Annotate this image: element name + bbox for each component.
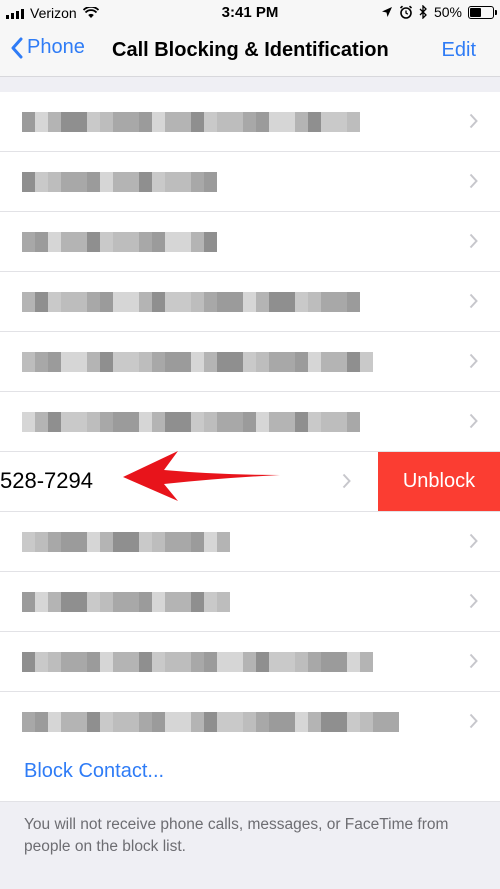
back-button[interactable]: Phone [10,36,85,59]
list-item[interactable] [0,152,500,212]
list-item[interactable] [0,572,500,632]
list-item[interactable] [0,632,500,692]
footer-note: You will not receive phone calls, messag… [24,816,449,855]
redacted-contact [22,112,360,132]
list-item[interactable] [0,272,500,332]
chevron-right-icon [469,233,478,249]
chevron-right-icon [469,413,478,429]
location-icon [381,7,392,17]
redacted-contact [22,712,399,732]
redacted-contact [22,352,373,372]
status-bar: Verizon 3:41 PM 50% [0,0,500,28]
redacted-contact [22,172,217,192]
list-item[interactable] [0,332,500,392]
battery-percent: 50% [433,4,462,20]
chevron-right-icon [469,533,478,549]
list-item[interactable] [0,392,500,452]
chevron-right-icon [469,293,478,309]
redacted-contact [22,292,360,312]
redacted-contact [22,412,360,432]
chevron-right-icon [469,173,478,189]
redacted-contact [22,652,373,672]
edit-button[interactable]: Edit [442,39,476,62]
bluetooth-icon [419,5,427,19]
unblock-button[interactable]: Unblock [378,452,500,511]
block-contact-button[interactable]: Block Contact... [0,743,500,802]
chevron-right-icon [469,353,478,369]
list-item[interactable] [0,512,500,572]
blocked-contacts-list: 528-7294 Unblock [0,92,500,752]
block-contact-label: Block Contact... [24,760,165,782]
navigation-bar: Phone Call Blocking & Identification Edi… [0,28,500,77]
battery-icon [468,5,497,19]
redacted-contact [22,232,217,252]
chevron-right-icon [469,653,478,669]
chevron-right-icon [469,593,478,609]
chevron-left-icon [11,37,23,58]
chevron-right-icon [469,713,478,729]
page-title: Call Blocking & Identification [112,39,389,61]
alarm-icon [399,5,413,19]
red-arrow-annotation [123,451,280,501]
redacted-contact [22,532,230,552]
list-item[interactable] [0,212,500,272]
blocked-number: 528-7294 [0,468,93,493]
back-button-label: Phone [27,36,85,58]
list-item[interactable] [0,92,500,152]
redacted-contact [22,592,230,612]
chevron-right-icon [342,473,351,489]
chevron-right-icon [469,113,478,129]
